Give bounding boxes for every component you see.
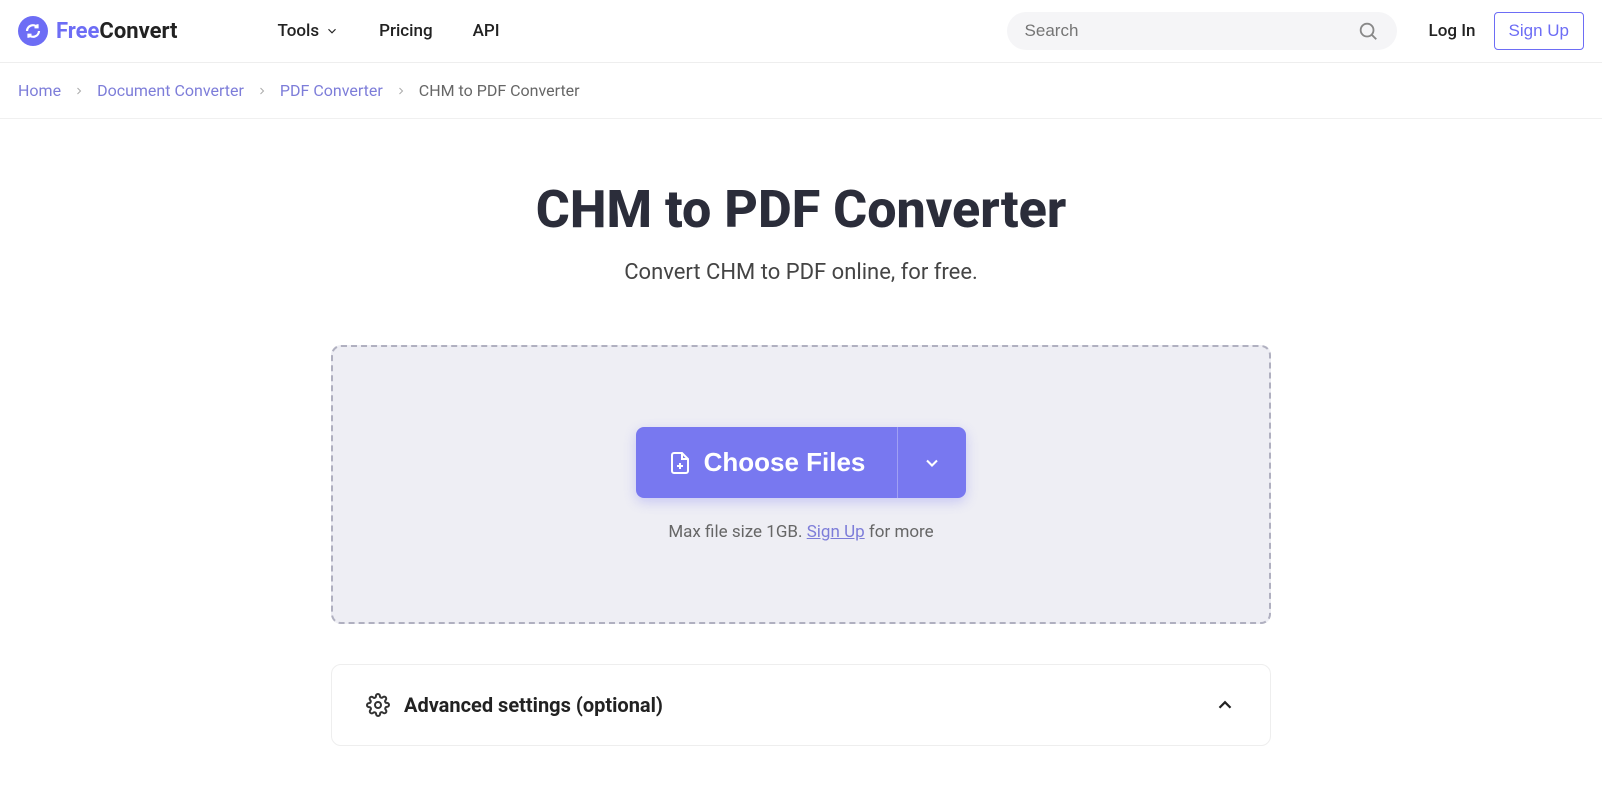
choose-files-button[interactable]: Choose Files [636, 427, 898, 498]
nav-tools-label: Tools [278, 21, 320, 41]
crumb-document-converter[interactable]: Document Converter [97, 81, 244, 100]
chevron-down-icon [922, 453, 942, 473]
main-nav: Tools Pricing API [278, 21, 500, 41]
crumb-pdf-converter[interactable]: PDF Converter [280, 81, 383, 100]
login-link[interactable]: Log In [1429, 21, 1476, 41]
crumb-home[interactable]: Home [18, 81, 61, 100]
choose-files-dropdown[interactable] [897, 427, 966, 498]
logo-text: FreeConvert [56, 19, 178, 44]
page-subtitle: Convert CHM to PDF online, for free. [20, 260, 1582, 285]
search-input[interactable] [1025, 21, 1357, 41]
signup-button[interactable]: Sign Up [1494, 12, 1584, 50]
file-dropzone[interactable]: Choose Files Max file size 1GB. Sign Up … [331, 345, 1271, 624]
file-add-icon [668, 449, 692, 477]
advanced-settings-toggle[interactable]: Advanced settings (optional) [331, 664, 1271, 746]
choose-files-label: Choose Files [704, 447, 866, 478]
crumb-current: CHM to PDF Converter [419, 81, 580, 100]
page-title: CHM to PDF Converter [20, 179, 1582, 240]
chevron-up-icon [1214, 694, 1236, 716]
logo-icon [18, 16, 48, 46]
nav-pricing[interactable]: Pricing [379, 21, 433, 41]
breadcrumb: Home Document Converter PDF Converter CH… [0, 63, 1602, 119]
chevron-down-icon [325, 24, 339, 38]
note-prefix: Max file size 1GB. [668, 522, 806, 542]
choose-files-group: Choose Files [636, 427, 967, 498]
logo[interactable]: FreeConvert [18, 16, 178, 46]
advanced-settings-label: Advanced settings (optional) [404, 693, 1200, 717]
nav-api[interactable]: API [473, 21, 500, 41]
signup-inline-link[interactable]: Sign Up [807, 522, 865, 542]
file-size-note: Max file size 1GB. Sign Up for more [353, 522, 1249, 542]
search-icon[interactable] [1357, 20, 1379, 42]
note-suffix: for more [865, 522, 934, 542]
nav-tools[interactable]: Tools [278, 21, 340, 41]
gear-icon [366, 693, 390, 717]
search-box[interactable] [1007, 12, 1397, 50]
chevron-right-icon [73, 85, 85, 97]
chevron-right-icon [395, 85, 407, 97]
chevron-right-icon [256, 85, 268, 97]
